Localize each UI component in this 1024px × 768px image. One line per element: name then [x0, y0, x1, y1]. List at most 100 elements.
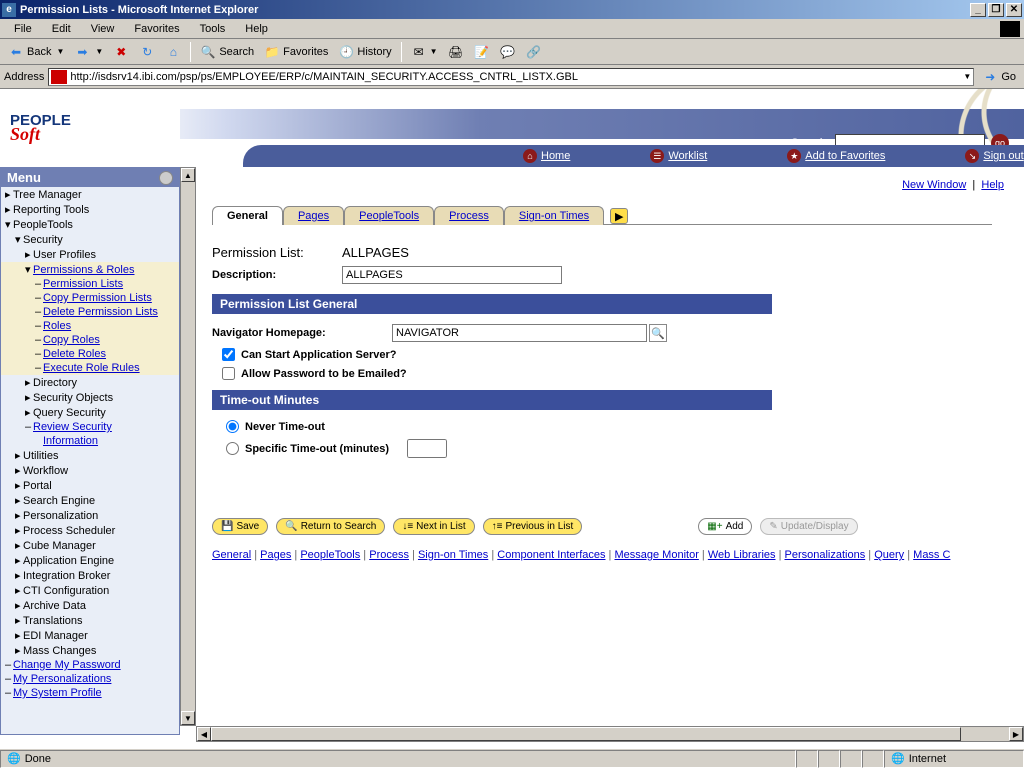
sidebar-item-personalization[interactable]: ▸Personalization	[1, 508, 179, 523]
sidebar-item-review-security[interactable]: –Review Security	[1, 420, 179, 434]
sidebar-item-cti-configuration[interactable]: ▸CTI Configuration	[1, 583, 179, 598]
go-button[interactable]: ➜Go	[978, 67, 1020, 87]
tab-general[interactable]: General	[212, 206, 283, 225]
favorites-button[interactable]: 📁Favorites	[260, 42, 332, 62]
sidebar-item-archive-data[interactable]: ▸Archive Data	[1, 598, 179, 613]
tab-more-button[interactable]: ▶	[610, 208, 628, 224]
can-start-app-server-checkbox[interactable]	[222, 348, 235, 361]
collapse-button[interactable]	[159, 171, 173, 185]
sidebar-item-search-engine[interactable]: ▸Search Engine	[1, 493, 179, 508]
sidebar-item-application-engine[interactable]: ▸Application Engine	[1, 553, 179, 568]
nav-worklist[interactable]: ☰Worklist	[650, 149, 707, 163]
sidebar-item-copy-permission-lists[interactable]: –Copy Permission Lists	[1, 291, 179, 305]
link-web-libraries[interactable]: Web Libraries	[708, 549, 776, 561]
help-link[interactable]: Help	[981, 179, 1004, 191]
sidebar-item-edi-manager[interactable]: ▸EDI Manager	[1, 628, 179, 643]
link-process[interactable]: Process	[369, 549, 409, 561]
add-button[interactable]: ▦+Add	[698, 518, 752, 535]
sidebar-item-roles[interactable]: –Roles	[1, 319, 179, 333]
nav-home[interactable]: ⌂Home	[523, 149, 570, 163]
sidebar-item-delete-roles[interactable]: –Delete Roles	[1, 347, 179, 361]
close-button[interactable]: ✕	[1006, 3, 1022, 17]
scroll-thumb[interactable]	[211, 727, 961, 741]
sidebar-item-copy-roles[interactable]: –Copy Roles	[1, 333, 179, 347]
sidebar-item-security-objects[interactable]: ▸Security Objects	[1, 390, 179, 405]
scroll-left-icon[interactable]: ◀	[197, 727, 211, 741]
navigator-homepage-input[interactable]	[392, 324, 647, 342]
sidebar-item-integration-broker[interactable]: ▸Integration Broker	[1, 568, 179, 583]
tab-pages[interactable]: Pages	[283, 206, 344, 225]
nav-signout[interactable]: ↘Sign out	[965, 149, 1023, 163]
link-pages[interactable]: Pages	[260, 549, 291, 561]
return-to-search-button[interactable]: 🔍Return to Search	[276, 518, 385, 535]
next-in-list-button[interactable]: ↓≡Next in List	[393, 518, 474, 535]
menu-file[interactable]: File	[4, 21, 42, 37]
chevron-down-icon[interactable]: ▼	[963, 72, 971, 81]
menu-help[interactable]: Help	[235, 21, 278, 37]
nav-add-favorites[interactable]: ★Add to Favorites	[787, 149, 885, 163]
sidebar-item-my-system-profile[interactable]: –My System Profile	[1, 686, 179, 700]
link-query[interactable]: Query	[874, 549, 904, 561]
maximize-button[interactable]: ❐	[988, 3, 1004, 17]
discuss-button[interactable]: 💬	[496, 42, 520, 62]
menu-favorites[interactable]: Favorites	[124, 21, 189, 37]
sidebar-item-cube-manager[interactable]: ▸Cube Manager	[1, 538, 179, 553]
sidebar-item-directory[interactable]: ▸Directory	[1, 375, 179, 390]
link-message-monitor[interactable]: Message Monitor	[614, 549, 698, 561]
mail-button[interactable]: ✉▼	[407, 42, 442, 62]
refresh-button[interactable]: ↻	[135, 42, 159, 62]
link-mass-changes[interactable]: Mass C	[913, 549, 950, 561]
previous-in-list-button[interactable]: ↑≡Previous in List	[483, 518, 583, 535]
print-button[interactable]: 🖨	[444, 42, 468, 62]
sidebar-item-change-my-password[interactable]: –Change My Password	[1, 658, 179, 672]
sidebar-item-peopletools[interactable]: ▾PeopleTools	[1, 217, 179, 232]
minimize-button[interactable]: _	[970, 3, 986, 17]
sidebar-item-utilities[interactable]: ▸Utilities	[1, 448, 179, 463]
vertical-scrollbar[interactable]: ▲ ▼	[180, 167, 196, 726]
forward-button[interactable]: ➡▼	[70, 42, 107, 62]
horizontal-scrollbar[interactable]: ◀ ▶	[196, 726, 1024, 742]
sidebar-item-portal[interactable]: ▸Portal	[1, 478, 179, 493]
scroll-right-icon[interactable]: ▶	[1009, 727, 1023, 741]
sidebar-item-translations[interactable]: ▸Translations	[1, 613, 179, 628]
sidebar-item-query-security[interactable]: ▸Query Security	[1, 405, 179, 420]
specific-timeout-radio[interactable]	[226, 442, 239, 455]
sidebar-item-workflow[interactable]: ▸Workflow	[1, 463, 179, 478]
address-input[interactable]	[70, 71, 963, 83]
never-timeout-radio[interactable]	[226, 420, 239, 433]
sidebar-item-mass-changes[interactable]: ▸Mass Changes	[1, 643, 179, 658]
lookup-button[interactable]: 🔍	[649, 324, 667, 342]
specific-timeout-input[interactable]	[407, 439, 447, 458]
link-peopletools[interactable]: PeopleTools	[300, 549, 360, 561]
sidebar-item-user-profiles[interactable]: ▸User Profiles	[1, 247, 179, 262]
allow-password-email-checkbox[interactable]	[222, 367, 235, 380]
link-general[interactable]: General	[212, 549, 251, 561]
scroll-up-icon[interactable]: ▲	[181, 168, 195, 182]
sidebar-item-information[interactable]: Information	[1, 434, 179, 448]
sidebar-item-my-personalizations[interactable]: –My Personalizations	[1, 672, 179, 686]
new-window-link[interactable]: New Window	[902, 179, 966, 191]
sidebar-item-tree-manager[interactable]: ▸Tree Manager	[1, 187, 179, 202]
link-personalizations[interactable]: Personalizations	[785, 549, 866, 561]
description-input[interactable]	[342, 266, 562, 284]
menu-view[interactable]: View	[81, 21, 125, 37]
menu-tools[interactable]: Tools	[190, 21, 236, 37]
back-button[interactable]: ⬅Back▼	[4, 42, 68, 62]
menu-edit[interactable]: Edit	[42, 21, 81, 37]
history-button[interactable]: 🕘History	[334, 42, 395, 62]
link-component-interfaces[interactable]: Component Interfaces	[497, 549, 605, 561]
tab-signon-times[interactable]: Sign-on Times	[504, 206, 604, 225]
scroll-down-icon[interactable]: ▼	[181, 711, 195, 725]
stop-button[interactable]: ✖	[109, 42, 133, 62]
sidebar-item-delete-permission-lists[interactable]: –Delete Permission Lists	[1, 305, 179, 319]
sidebar-item-permission-lists[interactable]: –Permission Lists	[1, 277, 179, 291]
edit-button[interactable]: 📝	[470, 42, 494, 62]
sidebar-item-security[interactable]: ▾Security	[1, 232, 179, 247]
tab-process[interactable]: Process	[434, 206, 504, 225]
sidebar-item-permissions-roles[interactable]: ▾Permissions & Roles	[1, 262, 179, 277]
tab-peopletools[interactable]: PeopleTools	[344, 206, 434, 225]
sidebar-item-reporting-tools[interactable]: ▸Reporting Tools	[1, 202, 179, 217]
sidebar-item-execute-role-rules[interactable]: –Execute Role Rules	[1, 361, 179, 375]
home-button[interactable]: ⌂	[161, 42, 185, 62]
sidebar-item-process-scheduler[interactable]: ▸Process Scheduler	[1, 523, 179, 538]
